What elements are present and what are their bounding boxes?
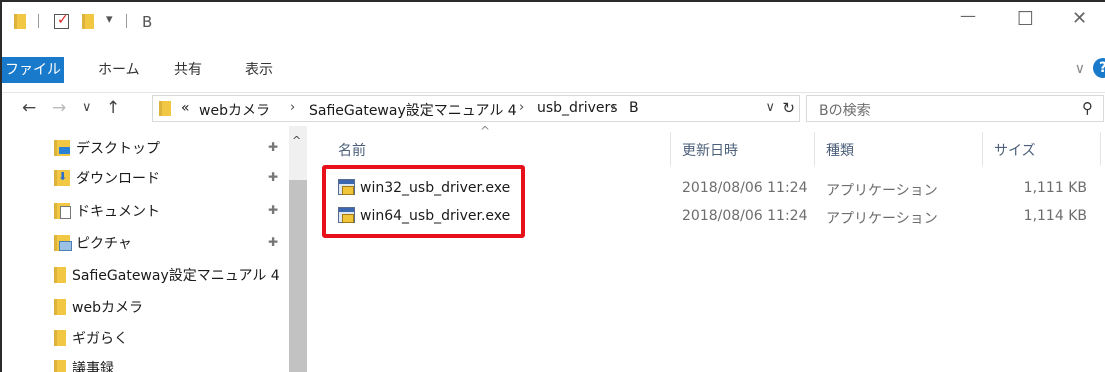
tab-home[interactable]: ホーム <box>98 57 140 83</box>
sidebar-item-pictures[interactable]: ピクチャ <box>54 231 132 255</box>
sidebar-item-label: SafieGateway設定マニュアル 4 <box>72 268 280 284</box>
file-modified: 2018/08/06 11:24 <box>682 208 808 224</box>
tab-view[interactable]: 表示 <box>245 57 273 83</box>
navigation-pane: デスクトップ ✚ ダウンロード ✚ ドキュメント ✚ ピクチャ ✚ SafieG… <box>2 126 310 372</box>
column-divider[interactable] <box>670 132 671 166</box>
file-modified: 2018/08/06 11:24 <box>682 180 808 196</box>
separator <box>126 14 127 28</box>
breadcrumb-webcamera[interactable]: webカメラ <box>199 100 270 120</box>
breadcrumb-separator-icon[interactable]: › <box>611 100 616 115</box>
up-arrow-icon[interactable]: ↑ <box>106 98 120 118</box>
close-button[interactable]: ✕ <box>1072 8 1087 29</box>
refresh-icon[interactable]: ↻ <box>782 99 795 117</box>
file-list: 名前 ^ 更新日時 種類 サイズ win32_usb_driver.exe 20… <box>312 124 1105 372</box>
recent-locations-chevron-icon[interactable]: ∨ <box>82 100 92 115</box>
sidebar-item-label: ドキュメント <box>76 204 160 220</box>
quick-access-dropdown-icon[interactable]: ▾ <box>106 12 113 27</box>
column-header-size[interactable]: サイズ <box>994 140 1036 160</box>
folder-icon <box>14 14 26 29</box>
sidebar-item-documents[interactable]: ドキュメント <box>54 199 160 223</box>
column-divider[interactable] <box>982 132 983 166</box>
folder-icon <box>54 267 66 283</box>
forward-arrow-icon[interactable]: → <box>52 98 66 118</box>
sidebar-item-label: ピクチャ <box>76 236 132 252</box>
address-row: ← → ∨ ↑ « webカメラ › SafieGateway設定マニュアル 4… <box>2 92 1105 124</box>
column-header-type[interactable]: 種類 <box>826 140 854 160</box>
breadcrumb-usb-drivers[interactable]: usb_drivers <box>537 100 618 116</box>
documents-folder-icon <box>54 203 71 219</box>
ribbon-expand-chevron-icon[interactable]: ∨ <box>1075 61 1085 77</box>
sidebar-item-label: ギガらく <box>72 331 128 347</box>
back-arrow-icon[interactable]: ← <box>22 98 36 118</box>
maximize-button[interactable]: ☐ <box>1017 8 1034 30</box>
pin-icon[interactable]: ✚ <box>268 235 278 249</box>
desktop-folder-icon <box>54 140 70 156</box>
address-bar[interactable]: « webカメラ › SafieGateway設定マニュアル 4 › usb_d… <box>152 95 800 122</box>
sidebar-item-label: webカメラ <box>72 300 143 316</box>
file-type: アプリケーション <box>826 183 938 199</box>
sidebar-item-desktop[interactable]: デスクトップ <box>54 136 160 160</box>
file-size: 1,111 KB <box>1023 180 1087 196</box>
scroll-up-arrow-icon[interactable]: ^ <box>292 134 301 147</box>
file-type: アプリケーション <box>826 211 938 227</box>
address-dropdown-chevron-icon[interactable]: ∨ <box>765 100 775 115</box>
window-title: B <box>142 13 153 31</box>
search-input[interactable]: Bの検索 <box>819 100 871 120</box>
pin-icon[interactable]: ✚ <box>268 203 278 217</box>
sidebar-item-downloads[interactable]: ダウンロード <box>54 166 160 190</box>
folder-icon <box>54 360 66 372</box>
breadcrumb-separator-icon[interactable]: › <box>519 100 524 115</box>
properties-checkmark-icon[interactable]: ✓ <box>54 12 69 29</box>
tab-share[interactable]: 共有 <box>174 57 202 83</box>
pin-icon[interactable]: ✚ <box>268 170 278 184</box>
column-divider[interactable] <box>1100 132 1101 166</box>
search-icon[interactable]: ⚲ <box>1082 99 1093 117</box>
sidebar-item-label: ダウンロード <box>76 171 160 187</box>
sidebar-item-gigaraku[interactable]: ギガらく <box>54 326 128 350</box>
ribbon-tabs: ファイル ホーム 共有 表示 ∨ ? <box>2 57 1105 83</box>
title-bar: ✓ ▾ B — ☐ ✕ <box>2 2 1105 42</box>
pin-icon[interactable]: ✚ <box>268 140 278 154</box>
new-folder-icon[interactable] <box>82 14 94 29</box>
sidebar-item-label: 議事録 <box>72 361 114 372</box>
column-header-name[interactable]: 名前 <box>338 140 366 160</box>
quick-access-toolbar <box>14 14 26 29</box>
file-size: 1,114 KB <box>1023 208 1087 224</box>
help-icon[interactable]: ? <box>1093 58 1105 78</box>
sort-ascending-icon: ^ <box>480 124 491 138</box>
sidebar-item-label: デスクトップ <box>76 141 160 157</box>
separator <box>38 14 39 28</box>
breadcrumb-safiegateway-manual[interactable]: SafieGateway設定マニュアル 4 <box>309 100 517 120</box>
tab-file[interactable]: ファイル <box>2 57 64 83</box>
sidebar-item-minutes[interactable]: 議事録 <box>54 356 114 372</box>
folder-icon <box>159 101 171 116</box>
download-folder-icon <box>54 170 70 186</box>
column-divider[interactable] <box>814 132 815 166</box>
breadcrumb-overflow-icon[interactable]: « <box>181 100 190 116</box>
minimize-button[interactable]: — <box>960 6 976 25</box>
folder-icon <box>54 330 66 346</box>
sidebar-item-webcamera[interactable]: webカメラ <box>54 295 143 319</box>
breadcrumb-b[interactable]: B <box>629 100 639 116</box>
highlight-annotation-box <box>322 165 525 238</box>
sidebar-item-safiegateway-manual[interactable]: SafieGateway設定マニュアル 4 <box>54 263 280 287</box>
navpane-scrollbar-thumb[interactable] <box>289 180 307 372</box>
search-box[interactable]: Bの検索 ⚲ <box>806 95 1104 122</box>
explorer-window: ✓ ▾ B — ☐ ✕ ファイル ホーム 共有 表示 ∨ ? ← → ∨ ↑ «… <box>0 0 1105 372</box>
pictures-folder-icon <box>54 235 72 251</box>
column-header-modified[interactable]: 更新日時 <box>682 140 738 160</box>
breadcrumb-separator-icon[interactable]: › <box>290 100 295 115</box>
folder-icon <box>54 299 66 315</box>
